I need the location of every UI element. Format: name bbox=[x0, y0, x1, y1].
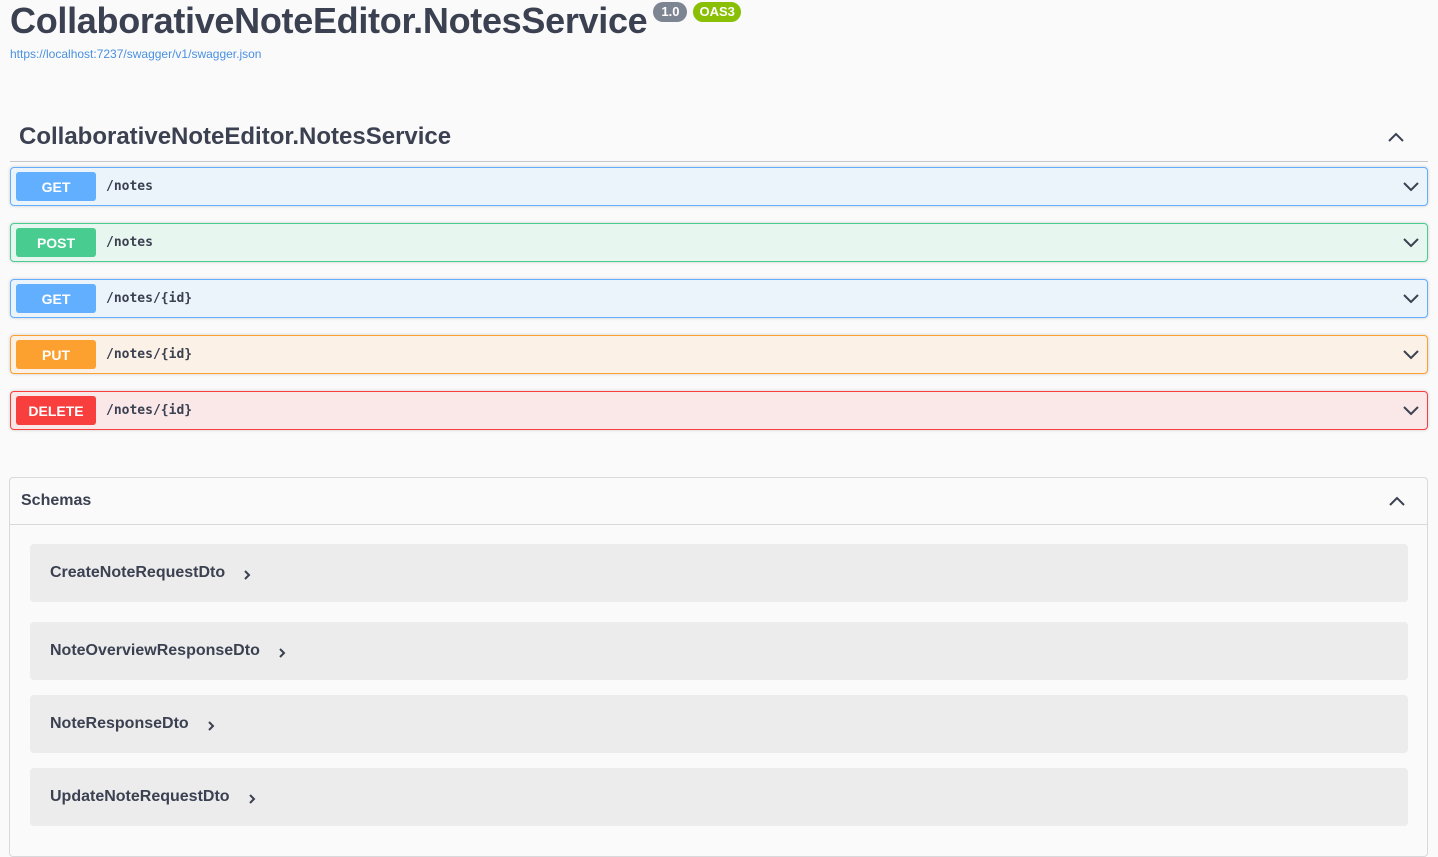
operation-path: /notes/{id} bbox=[106, 291, 193, 306]
chevron-up-icon[interactable] bbox=[1387, 491, 1407, 511]
chevron-right-icon bbox=[279, 647, 286, 658]
operation-put-note-by-id[interactable]: PUT /notes/{id} bbox=[10, 335, 1428, 374]
schema-model-name: NoteOverviewResponseDto bbox=[50, 642, 260, 659]
method-badge: DELETE bbox=[16, 396, 96, 425]
schemas-section: Schemas CreateNoteRequestDto NoteOvervie… bbox=[9, 477, 1428, 857]
operation-delete-note-by-id[interactable]: DELETE /notes/{id} bbox=[10, 391, 1428, 430]
method-badge: PUT bbox=[16, 340, 96, 369]
operation-get-note-by-id[interactable]: GET /notes/{id} bbox=[10, 279, 1428, 318]
schemas-title: Schemas bbox=[21, 492, 92, 509]
method-badge: POST bbox=[16, 228, 96, 257]
chevron-up-icon[interactable] bbox=[1386, 127, 1406, 147]
chevron-down-icon[interactable] bbox=[1401, 345, 1421, 365]
chevron-down-icon[interactable] bbox=[1401, 233, 1421, 253]
operation-post-notes[interactable]: POST /notes bbox=[10, 223, 1428, 262]
chevron-right-icon bbox=[207, 720, 215, 731]
operation-path: /notes/{id} bbox=[106, 347, 193, 362]
schema-model[interactable]: NoteOverviewResponseDto bbox=[30, 622, 1408, 680]
method-badge: GET bbox=[16, 284, 96, 313]
spec-url-link[interactable]: https://localhost:7237/swagger/v1/swagge… bbox=[10, 47, 741, 61]
operation-get-notes[interactable]: GET /notes bbox=[10, 167, 1428, 206]
chevron-down-icon[interactable] bbox=[1401, 401, 1421, 421]
tag-section: CollaborativeNoteEditor.NotesService bbox=[10, 112, 1428, 162]
tag-title: CollaborativeNoteEditor.NotesService bbox=[19, 122, 452, 150]
version-badge: 1.0 bbox=[653, 2, 688, 22]
schema-model[interactable]: NoteResponseDto bbox=[30, 695, 1408, 753]
schema-model[interactable]: CreateNoteRequestDto bbox=[30, 544, 1408, 602]
title-row: CollaborativeNoteEditor.NotesService 1.0… bbox=[10, 0, 741, 42]
chevron-down-icon[interactable] bbox=[1401, 177, 1421, 197]
api-title: CollaborativeNoteEditor.NotesService bbox=[10, 0, 648, 41]
schema-model-name: NoteResponseDto bbox=[50, 715, 189, 732]
chevron-down-icon[interactable] bbox=[1401, 289, 1421, 309]
chevron-right-icon bbox=[244, 569, 251, 580]
chevron-right-icon bbox=[248, 793, 255, 804]
operation-path: /notes/{id} bbox=[106, 403, 193, 418]
api-info: CollaborativeNoteEditor.NotesService 1.0… bbox=[10, 0, 741, 61]
operation-path: /notes bbox=[106, 179, 153, 194]
schema-model[interactable]: UpdateNoteRequestDto bbox=[30, 768, 1408, 826]
tag-header[interactable]: CollaborativeNoteEditor.NotesService bbox=[10, 112, 1428, 162]
method-badge: GET bbox=[16, 172, 96, 201]
schema-model-name: CreateNoteRequestDto bbox=[50, 564, 226, 581]
schema-model-name: UpdateNoteRequestDto bbox=[50, 788, 230, 805]
oas-badge: OAS3 bbox=[693, 2, 741, 22]
schemas-header[interactable]: Schemas bbox=[10, 478, 1427, 525]
operation-path: /notes bbox=[106, 235, 153, 250]
